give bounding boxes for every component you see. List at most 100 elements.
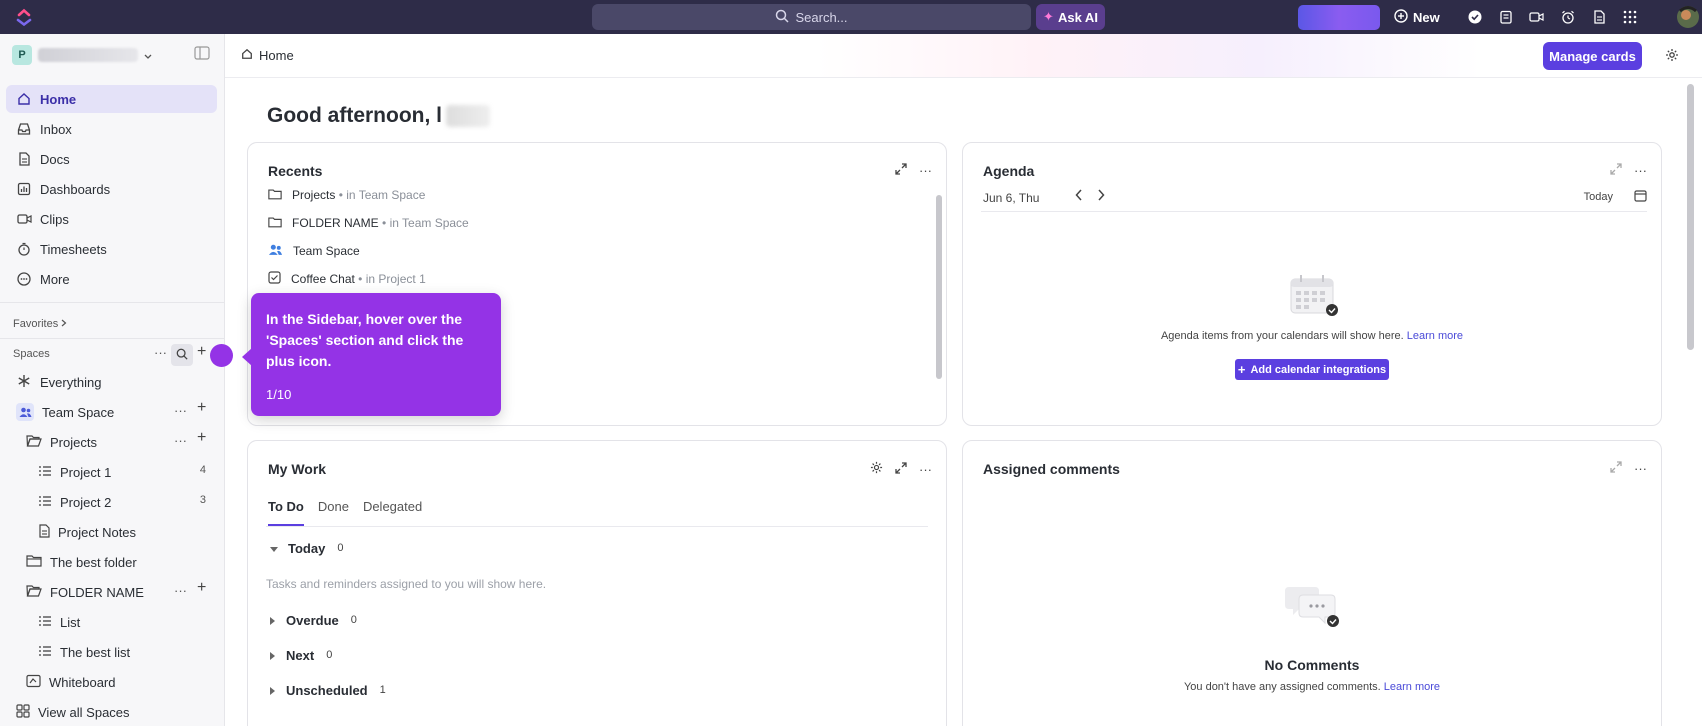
recent-item[interactable]: FOLDER NAME • in Team Space <box>268 212 469 234</box>
recents-scrollbar[interactable] <box>936 195 942 379</box>
folder-name-plus-icon[interactable]: + <box>197 579 206 597</box>
more-options-icon[interactable]: ··· <box>919 462 932 477</box>
spaces-search-button[interactable] <box>171 344 193 366</box>
sidebar-item-label: Docs <box>40 151 70 167</box>
sidebar-item-everything[interactable]: Everything <box>16 368 101 396</box>
group-next[interactable]: Next 0 <box>270 644 332 666</box>
sidebar-item-folder-name[interactable]: FOLDER NAME <box>26 578 144 606</box>
expand-icon[interactable] <box>895 163 907 178</box>
sidebar-item-view-all-spaces[interactable]: View all Spaces <box>16 698 130 726</box>
chevron-right-icon[interactable] <box>1097 189 1105 204</box>
recent-item[interactable]: Team Space <box>268 240 360 262</box>
clickup-logo-icon[interactable] <box>16 8 32 27</box>
projects-more-icon[interactable]: ··· <box>174 433 187 448</box>
sidebar-divider <box>0 302 225 303</box>
more-options-icon[interactable]: ··· <box>919 163 932 178</box>
group-unscheduled[interactable]: Unscheduled 1 <box>270 679 386 701</box>
learn-more-link[interactable]: Learn more <box>1407 330 1463 342</box>
breadcrumb[interactable]: Home <box>241 48 294 63</box>
collapse-sidebar-icon[interactable] <box>194 46 210 63</box>
sidebar-item-project-2[interactable]: Project 2 <box>38 488 111 516</box>
add-space-plus-icon[interactable]: + <box>197 343 206 361</box>
group-overdue[interactable]: Overdue 0 <box>270 609 357 631</box>
add-calendar-integrations-button[interactable]: + Add calendar integrations <box>1235 359 1389 380</box>
sidebar-item-the-best-folder[interactable]: The best folder <box>26 548 137 576</box>
sidebar-item-the-best-list[interactable]: The best list <box>38 638 130 666</box>
workspace-switcher[interactable]: P <box>12 44 217 66</box>
tour-hotspot[interactable] <box>210 344 233 367</box>
ask-ai-button[interactable]: ✦ Ask AI <box>1036 4 1105 30</box>
sidebar-item-project-notes[interactable]: Project Notes <box>38 518 136 546</box>
sidebar-item-whiteboard[interactable]: Whiteboard <box>26 668 115 696</box>
sidebar-item-more[interactable]: More <box>6 265 217 293</box>
expand-icon[interactable] <box>1610 163 1622 178</box>
sidebar-item-docs[interactable]: Docs <box>6 145 217 173</box>
more-options-icon[interactable]: ··· <box>1634 461 1647 476</box>
today-button[interactable]: Today <box>1584 191 1613 203</box>
sidebar-item-label: Everything <box>40 374 102 390</box>
folder-name-more-icon[interactable]: ··· <box>174 583 187 598</box>
sidebar-item-clips[interactable]: Clips <box>6 205 217 233</box>
sidebar-item-label: Whiteboard <box>49 674 116 690</box>
card-title: Agenda <box>983 163 1035 179</box>
projects-plus-icon[interactable]: + <box>197 429 206 447</box>
upgrade-banner[interactable] <box>1298 5 1380 30</box>
gear-icon[interactable] <box>870 461 883 477</box>
user-name-redacted <box>445 105 490 127</box>
page-scrollbar[interactable] <box>1687 84 1694 350</box>
calendar-icon[interactable] <box>1634 189 1647 205</box>
task-icon <box>268 271 281 287</box>
group-today[interactable]: Today 0 <box>270 537 343 559</box>
team-space-plus-icon[interactable]: + <box>197 399 206 417</box>
breadcrumb-label: Home <box>259 48 294 63</box>
agenda-card: Agenda ··· Jun 6, Thu Today Agenda items… <box>962 142 1662 426</box>
check-circle-icon[interactable] <box>1465 5 1484 29</box>
favorites-section[interactable]: Favorites <box>13 318 67 330</box>
no-comments-message: You don't have any assigned comments. <box>1183 681 1381 693</box>
notepad-icon[interactable] <box>1496 5 1515 29</box>
sidebar-item-dashboards[interactable]: Dashboards <box>6 175 217 203</box>
doc-icon[interactable] <box>1589 5 1608 29</box>
more-icon <box>16 271 32 287</box>
sidebar-item-project-1[interactable]: Project 1 <box>38 458 111 486</box>
spaces-more-icon[interactable]: ··· <box>154 345 167 360</box>
recent-item-location: • in Project 1 <box>358 272 426 286</box>
sidebar-item-projects[interactable]: Projects <box>26 428 97 456</box>
greeting-text: Good afternoon, l <box>267 104 442 127</box>
sidebar-item-label: Project 2 <box>60 494 112 510</box>
expand-icon[interactable] <box>1610 461 1622 476</box>
spaces-section[interactable]: Spaces <box>13 348 50 360</box>
expand-icon[interactable] <box>895 461 907 477</box>
timesheets-icon <box>16 241 32 257</box>
sidebar-item-timesheets[interactable]: Timesheets <box>6 235 217 263</box>
gear-icon[interactable] <box>1665 48 1679 65</box>
sidebar-item-list[interactable]: List <box>38 608 80 636</box>
comments-illustration-icon <box>1285 581 1341 630</box>
my-work-card: My Work ··· To Do Done Delegated Today 0… <box>247 440 947 726</box>
more-options-icon[interactable]: ··· <box>1634 163 1647 178</box>
sidebar-item-inbox[interactable]: Inbox <box>6 115 217 143</box>
recent-item[interactable]: Projects • in Team Space <box>268 184 425 206</box>
video-icon[interactable] <box>1527 5 1546 29</box>
chevron-left-icon[interactable] <box>1075 189 1083 204</box>
learn-more-link[interactable]: Learn more <box>1384 681 1440 693</box>
tooltip-step-counter: 1/10 <box>266 387 292 402</box>
tab-delegated[interactable]: Delegated <box>363 499 422 514</box>
apps-grid-icon[interactable] <box>1620 5 1639 29</box>
sidebar-item-home[interactable]: Home <box>6 85 217 113</box>
tab-done[interactable]: Done <box>318 499 349 514</box>
global-search[interactable]: Search... <box>592 4 1031 30</box>
recent-item[interactable]: Coffee Chat • in Project 1 <box>268 268 426 290</box>
recent-item-location: • in Team Space <box>382 216 469 230</box>
workspace-name <box>38 48 138 62</box>
caret-right-icon <box>270 683 276 698</box>
alarm-icon[interactable] <box>1558 5 1577 29</box>
group-label: Next <box>286 647 315 663</box>
user-avatar[interactable] <box>1676 3 1700 31</box>
recent-item-name: Team Space <box>293 244 360 258</box>
new-button[interactable]: New <box>1394 5 1442 29</box>
team-space-more-icon[interactable]: ··· <box>174 403 187 418</box>
ask-ai-label: Ask AI <box>1057 9 1098 25</box>
manage-cards-button[interactable]: Manage cards <box>1543 42 1642 70</box>
tab-to-do[interactable]: To Do <box>268 499 304 514</box>
